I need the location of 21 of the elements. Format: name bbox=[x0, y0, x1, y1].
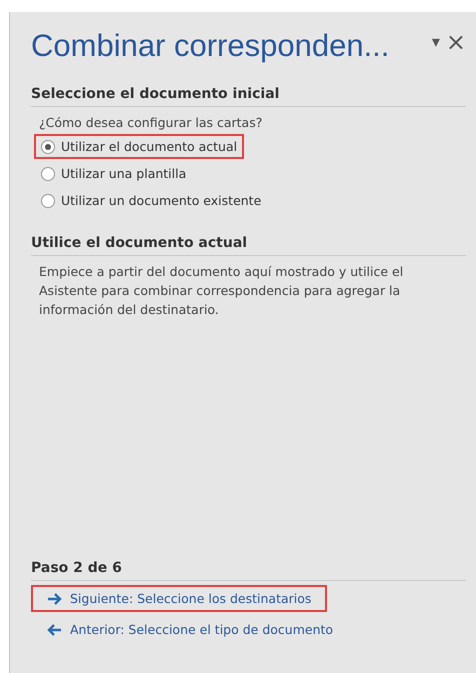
radio-button[interactable] bbox=[41, 194, 55, 208]
pane-title: Combinar corresponden... bbox=[31, 28, 390, 64]
section-heading: Utilice el documento actual bbox=[31, 235, 466, 256]
step-heading: Paso 2 de 6 bbox=[31, 560, 466, 581]
radio-option[interactable]: Utilizar una plantilla bbox=[34, 161, 194, 186]
pane-options-button[interactable]: ▾ bbox=[432, 34, 440, 50]
right-arrow-icon bbox=[47, 592, 62, 604]
radio-button[interactable] bbox=[41, 166, 55, 180]
option-label: Utilizar el documento actual bbox=[61, 139, 238, 154]
close-button[interactable]: × bbox=[446, 30, 466, 54]
radio-button[interactable] bbox=[41, 140, 55, 154]
section-heading: Seleccione el documento inicial bbox=[31, 86, 466, 107]
left-arrow-icon bbox=[47, 624, 62, 636]
radio-option[interactable]: Utilizar un documento existente bbox=[34, 188, 268, 213]
question-text: ¿Cómo desea configurar las cartas? bbox=[39, 114, 264, 132]
description-text: Empiece a partir del documento aquí mostrado y utilice el Asistente para combinar correspondencia para agregar la información del destinatario. bbox=[39, 263, 404, 319]
next-step-link[interactable]: Siguiente: Seleccione los destinatarios bbox=[31, 585, 328, 612]
radio-option[interactable]: Utilizar el documento actual bbox=[34, 134, 244, 159]
previous-step-link[interactable]: Anterior: Seleccione el tipo de documento bbox=[31, 616, 350, 643]
option-label: Utilizar un documento existente bbox=[61, 193, 262, 208]
option-label: Utilizar una plantilla bbox=[61, 166, 186, 181]
